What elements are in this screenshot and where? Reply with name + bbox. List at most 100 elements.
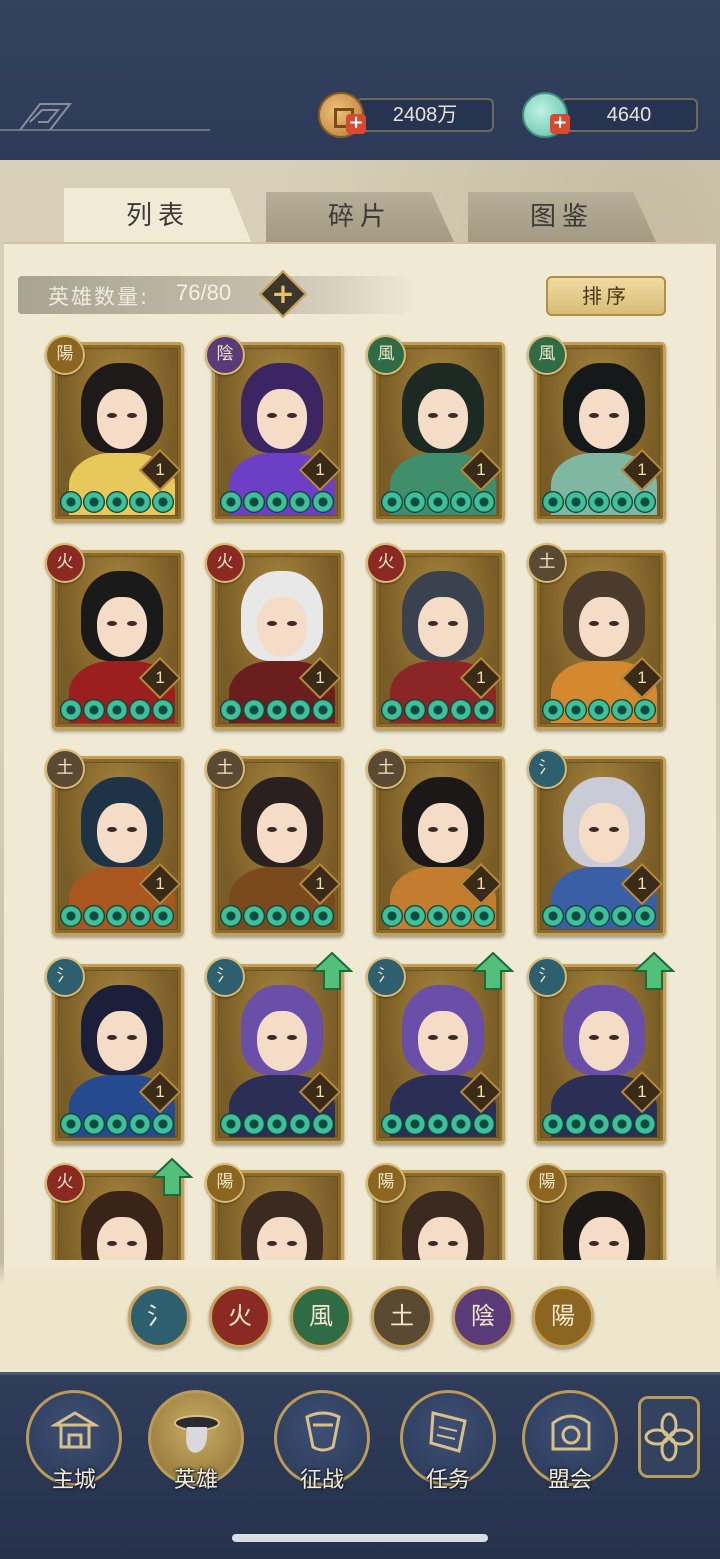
hero-card[interactable]: 1氵 <box>205 951 353 1144</box>
jade-star-icon <box>312 1113 334 1135</box>
element-filter-bar <box>0 1262 720 1372</box>
upgrade-arrow-icon <box>311 951 353 990</box>
hero-card[interactable]: 1土 <box>366 749 505 936</box>
hero-card[interactable]: 火 <box>45 1157 193 1260</box>
star-rating <box>542 905 656 927</box>
element-badge: 陽 <box>45 335 85 375</box>
jade-star-icon <box>129 905 151 927</box>
element-badge: 風 <box>527 335 567 375</box>
hero-eye <box>428 1035 438 1040</box>
level-value: 1 <box>315 1082 325 1101</box>
level-value: 1 <box>155 1082 165 1101</box>
filter-wind-button[interactable]: 風 <box>290 1286 352 1348</box>
hero-eye <box>448 1241 458 1246</box>
jade-star-icon <box>381 699 403 721</box>
hero-eye <box>107 1241 117 1246</box>
jade-star-icon <box>83 699 105 721</box>
jade-star-icon <box>588 491 610 513</box>
menu-button[interactable] <box>638 1396 700 1478</box>
hero-face <box>97 1217 147 1260</box>
hero-eye <box>428 1241 438 1246</box>
plus-icon: + <box>271 277 295 310</box>
jade-star-icon <box>106 1113 128 1135</box>
hero-face <box>418 803 468 863</box>
element-badge: 土 <box>527 543 567 583</box>
tab-codex[interactable]: 图鉴 <box>468 192 656 242</box>
filter-yin-button[interactable]: 陰 <box>452 1286 514 1348</box>
hero-eye <box>107 827 117 832</box>
hero-eye <box>589 1035 599 1040</box>
tab-list[interactable]: 列表 <box>64 188 252 244</box>
jade-star-icon <box>381 905 403 927</box>
hero-card[interactable]: 1火 <box>205 543 344 730</box>
cloud-ornament-icon <box>0 103 210 131</box>
sort-button[interactable]: 排序 <box>546 276 666 316</box>
hero-card[interactable]: 陽 <box>366 1163 505 1260</box>
filter-earth-button[interactable]: 土 <box>371 1286 433 1348</box>
jade-value: 4640 <box>560 98 698 132</box>
nav-label: 主城 <box>51 1468 96 1493</box>
hero-card[interactable]: 陽 <box>205 1163 344 1260</box>
jade-star-icon <box>60 1113 82 1135</box>
hero-card[interactable]: 陽 <box>527 1163 666 1260</box>
hero-card[interactable]: 1氵 <box>45 957 184 1144</box>
hero-card[interactable]: 1陽 <box>45 335 184 522</box>
jade-star-icon <box>83 491 105 513</box>
filter-yang-button[interactable]: 陽 <box>532 1286 594 1348</box>
jade-star-icon <box>289 491 311 513</box>
hero-eye <box>589 413 599 418</box>
level-value: 1 <box>155 460 165 479</box>
jade-star-icon <box>634 905 656 927</box>
hero-card[interactable]: 1火 <box>45 543 184 730</box>
jade-star-icon <box>634 1113 656 1135</box>
hero-card[interactable]: 1風 <box>366 335 505 522</box>
hero-face <box>257 803 307 863</box>
element-badge: 火 <box>366 543 406 583</box>
jade-star-icon <box>220 491 242 513</box>
jade-star-icon <box>473 699 495 721</box>
hero-card[interactable]: 1陰 <box>205 335 344 522</box>
level-value: 1 <box>637 874 647 893</box>
jade-star-icon <box>565 699 587 721</box>
hero-card[interactable]: 1氵 <box>527 749 666 936</box>
jade-star-icon <box>129 699 151 721</box>
hero-face <box>97 1011 147 1071</box>
hero-card[interactable]: 1土 <box>45 749 184 936</box>
jade-star-icon <box>312 905 334 927</box>
nav-label: 征战 <box>299 1468 344 1493</box>
hero-eye <box>107 413 117 418</box>
add-coins-button[interactable]: + <box>346 114 366 134</box>
level-value: 1 <box>315 460 325 479</box>
hero-face <box>579 1011 629 1071</box>
hero-card[interactable]: 1土 <box>527 543 666 730</box>
jade-star-icon <box>404 699 426 721</box>
add-jade-button[interactable]: + <box>550 114 570 134</box>
jade-star-icon <box>427 491 449 513</box>
hero-face <box>579 803 629 863</box>
tab-fragments[interactable]: 碎片 <box>266 192 454 242</box>
filter-water-button[interactable]: 氵 <box>128 1286 190 1348</box>
level-value: 1 <box>476 874 486 893</box>
coin-value: 2408万 <box>356 98 494 132</box>
home-indicator[interactable] <box>232 1534 488 1542</box>
jade-star-icon <box>312 491 334 513</box>
jade-star-icon <box>266 905 288 927</box>
hero-card[interactable]: 1風 <box>527 335 666 522</box>
hero-face <box>97 597 147 657</box>
hero-card[interactable]: 1火 <box>366 543 505 730</box>
nav-label: 盟会 <box>547 1468 592 1493</box>
jade-star-icon <box>611 699 633 721</box>
hero-eye <box>609 827 619 832</box>
filter-fire-button[interactable]: 火 <box>209 1286 271 1348</box>
hero-card[interactable]: 1土 <box>205 749 344 936</box>
element-badge: 土 <box>205 749 245 789</box>
jade-star-icon <box>60 699 82 721</box>
hero-card[interactable]: 1氵 <box>527 951 675 1144</box>
hero-card[interactable]: 1氵 <box>366 951 514 1144</box>
jade-star-icon <box>152 491 174 513</box>
hero-eye <box>609 1241 619 1246</box>
jade-star-icon <box>83 1113 105 1135</box>
hero-face <box>579 389 629 449</box>
hero-eye <box>127 1035 137 1040</box>
hero-face <box>257 389 307 449</box>
